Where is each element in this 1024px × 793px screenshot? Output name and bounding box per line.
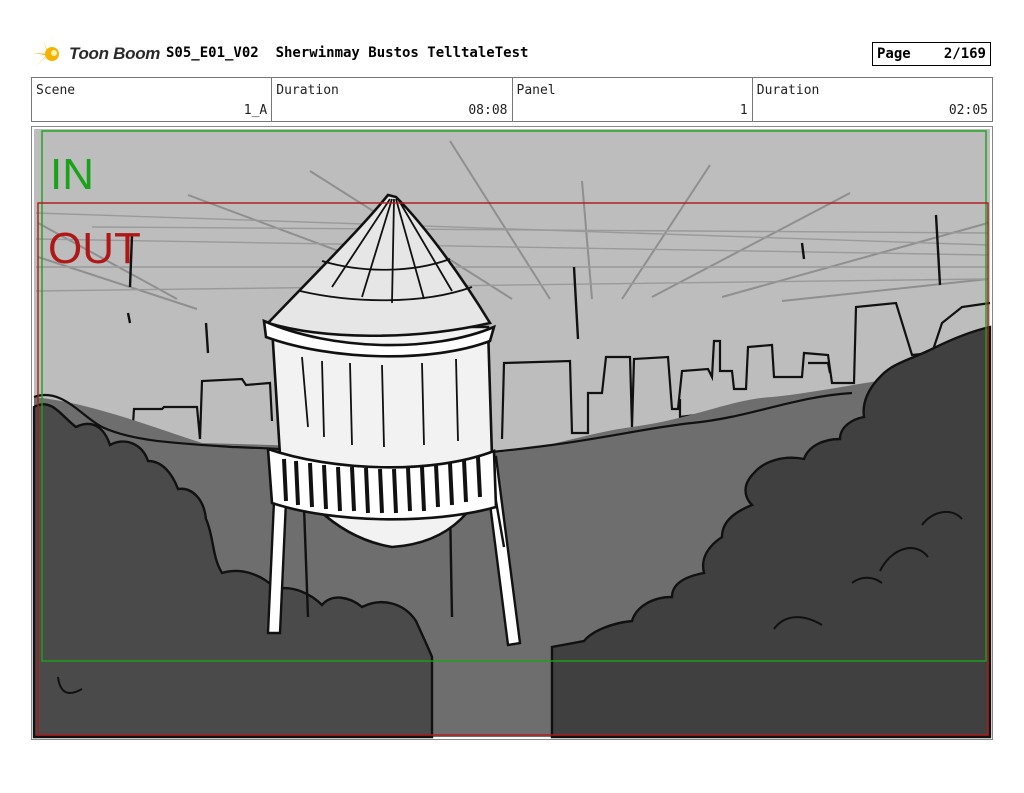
scene-cell: Scene 1_A bbox=[32, 78, 273, 121]
scene-label: Scene bbox=[36, 83, 76, 98]
panel-drawing: IN OUT bbox=[32, 129, 992, 739]
scene-duration-label: Duration bbox=[276, 83, 339, 98]
panel-duration-label: Duration bbox=[756, 83, 820, 98]
page-indicator: Page 2/169 bbox=[872, 42, 991, 66]
logo-text: Toon Boom bbox=[69, 44, 161, 63]
page-number: 2/169 bbox=[943, 46, 986, 62]
panel-info-row: Scene 1_A Duration 08:08 Panel 1 Duratio… bbox=[31, 77, 993, 122]
scene-duration-value: 08:08 bbox=[468, 103, 508, 118]
out-label: OUT bbox=[48, 224, 141, 273]
panel-cell: Panel 1 bbox=[513, 78, 753, 121]
project-title: S05_E01_V02 Sherwinmay Bustos TelltaleTe… bbox=[166, 45, 529, 61]
in-label: IN bbox=[50, 150, 94, 199]
scene-value: 1_A bbox=[243, 103, 268, 118]
storyboard-panel: IN OUT bbox=[31, 126, 993, 740]
scene-duration-cell: Duration 08:08 bbox=[272, 78, 513, 121]
panel-label: Panel bbox=[516, 83, 556, 98]
panel-duration-cell: Duration 02:05 bbox=[753, 78, 992, 121]
panel-duration-value: 02:05 bbox=[948, 103, 988, 118]
panel-value: 1 bbox=[739, 103, 748, 118]
page-label: Page bbox=[877, 46, 911, 62]
toon-boom-logo: Toon Boom bbox=[33, 39, 160, 69]
starburst-icon bbox=[33, 40, 59, 66]
